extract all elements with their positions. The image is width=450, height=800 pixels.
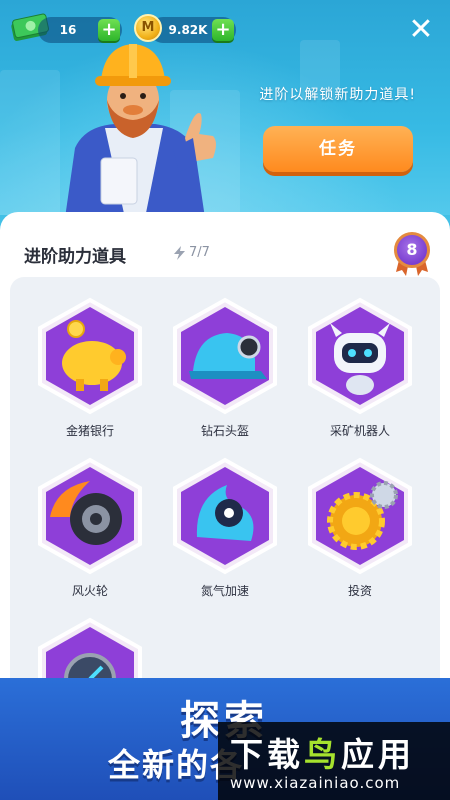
task-button[interactable]: 任务 xyxy=(263,126,413,172)
promo-text: 进阶以解锁新助力道具! xyxy=(259,87,416,103)
item-investment[interactable]: 投资 xyxy=(300,457,420,607)
flaming-wheel-icon xyxy=(38,457,142,575)
item-flaming-wheel[interactable]: 风火轮 xyxy=(30,457,150,607)
investment-gears-icon xyxy=(308,457,412,575)
item-label: 投资 xyxy=(347,584,372,598)
energy-value: 7/7 xyxy=(189,245,210,260)
mining-helmet-icon xyxy=(173,297,277,415)
item-label: 金猪银行 xyxy=(65,424,114,438)
piggy-bank-icon xyxy=(38,297,142,415)
item-mining-robot[interactable]: 采矿机器人 xyxy=(300,297,420,447)
lightning-icon xyxy=(174,245,185,260)
item-piggy-bank[interactable]: 金猪银行 xyxy=(30,297,150,447)
item-label: 钻石头盔 xyxy=(200,424,249,438)
level-number: 8 xyxy=(394,232,430,268)
item-label: 氮气加速 xyxy=(200,584,249,598)
watermark-brand-part: 鸟 xyxy=(304,735,341,774)
level-badge: 8 xyxy=(390,230,434,276)
nitro-boost-icon xyxy=(173,457,277,575)
items-grid: 金猪银行 钻石头盔 采矿机器人 风火轮 氮气加速 投资 xyxy=(10,277,440,735)
watermark-brand: 下载鸟应用 xyxy=(230,728,415,776)
energy-indicator: 7/7 xyxy=(174,245,210,260)
hero-header: 16 + 9.82K + M ✕ 进阶以解锁新助力道具! 任务 xyxy=(0,0,450,215)
item-label: 采矿机器人 xyxy=(329,424,390,438)
cash-value: 16 xyxy=(59,23,77,37)
watermark-url: www.xiazainiao.com xyxy=(230,774,401,792)
item-mining-helmet[interactable]: 钻石头盔 xyxy=(165,297,285,447)
item-label: 风火轮 xyxy=(71,584,108,598)
miner-character-illustration xyxy=(65,44,216,215)
watermark-brand-part: 下载 xyxy=(230,735,304,774)
close-button[interactable]: ✕ xyxy=(408,15,434,45)
site-watermark: 下载鸟应用 www.xiazainiao.com xyxy=(218,722,450,800)
mining-robot-icon xyxy=(308,297,412,415)
watermark-brand-part: 应用 xyxy=(341,735,415,774)
coin-value: 9.82K xyxy=(168,23,208,37)
item-nitro-boost[interactable]: 氮气加速 xyxy=(165,457,285,607)
panel-title: 进阶助力道具 xyxy=(24,247,126,267)
